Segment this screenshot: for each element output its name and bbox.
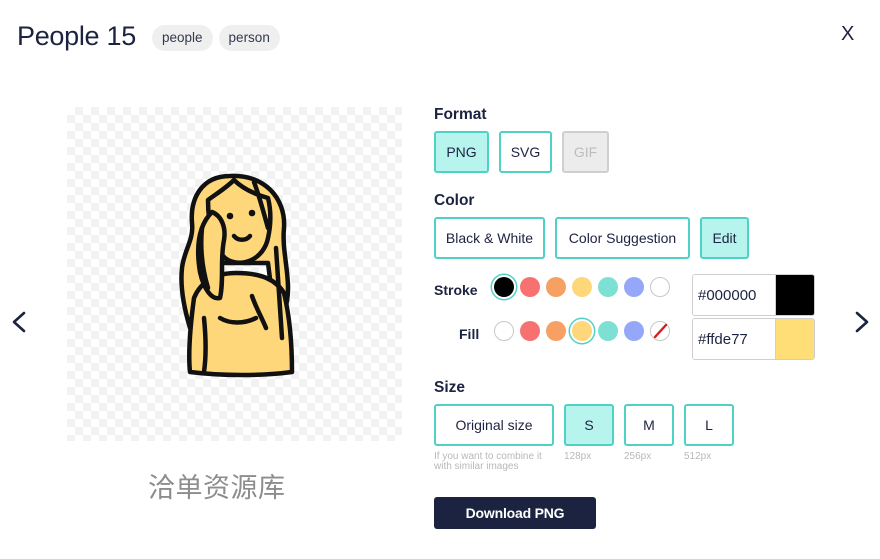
stroke-swatch[interactable] — [598, 277, 618, 297]
previous-button[interactable] — [9, 308, 29, 336]
fill-swatch[interactable] — [598, 321, 618, 341]
stroke-label: Stroke — [434, 282, 478, 298]
format-svg-button[interactable]: SVG — [499, 131, 552, 173]
stroke-swatch[interactable] — [494, 277, 514, 297]
close-button[interactable]: X — [841, 23, 854, 46]
fill-hex-input[interactable] — [693, 319, 775, 359]
fill-swatch[interactable] — [494, 321, 514, 341]
watermark-text: 洽单资源库 — [148, 473, 286, 504]
fill-label: Fill — [459, 326, 480, 342]
fill-swatch[interactable] — [624, 321, 644, 341]
no-fill-icon — [653, 323, 668, 339]
fill-hex-field — [692, 318, 815, 360]
page-title: People 15 — [17, 21, 136, 51]
fill-swatch[interactable] — [546, 321, 566, 341]
download-button[interactable]: Download PNG — [434, 497, 596, 529]
fill-swatch[interactable] — [572, 321, 592, 341]
format-label: Format — [434, 106, 487, 123]
size-original-hint: If you want to combine it with similar i… — [434, 451, 542, 472]
tag-people[interactable]: people — [152, 25, 213, 51]
size-s-hint: 128px — [564, 451, 592, 462]
size-s-button[interactable]: S — [564, 404, 614, 446]
chevron-right-icon — [855, 311, 869, 333]
stroke-swatch[interactable] — [546, 277, 566, 297]
format-png-button[interactable]: PNG — [434, 131, 489, 173]
edit-color-button[interactable]: Edit — [700, 217, 749, 259]
fill-color-preview[interactable] — [775, 319, 814, 359]
size-m-button[interactable]: M — [624, 404, 674, 446]
stroke-swatch[interactable] — [624, 277, 644, 297]
color-suggestion-button[interactable]: Color Suggestion — [555, 217, 690, 259]
chevron-left-icon — [12, 311, 26, 333]
tag-person[interactable]: person — [218, 25, 280, 51]
size-l-button[interactable]: L — [684, 404, 734, 446]
stroke-hex-input[interactable] — [693, 275, 775, 315]
size-m-hint: 256px — [624, 451, 652, 462]
size-label: Size — [434, 379, 466, 396]
size-original-button[interactable]: Original size — [434, 404, 554, 446]
tag-list: people person — [152, 25, 280, 51]
stroke-swatch[interactable] — [650, 277, 670, 297]
person-illustration — [179, 173, 295, 378]
fill-swatch[interactable] — [520, 321, 540, 341]
fill-swatch[interactable] — [650, 321, 670, 341]
black-white-button[interactable]: Black & White — [434, 217, 545, 259]
color-label: Color — [434, 192, 475, 209]
stroke-hex-field — [692, 274, 815, 316]
next-button[interactable] — [852, 308, 872, 336]
stroke-swatch[interactable] — [520, 277, 540, 297]
format-gif-button: GIF — [562, 131, 609, 173]
stroke-swatch[interactable] — [572, 277, 592, 297]
stroke-color-preview[interactable] — [775, 275, 814, 315]
size-l-hint: 512px — [684, 451, 712, 462]
